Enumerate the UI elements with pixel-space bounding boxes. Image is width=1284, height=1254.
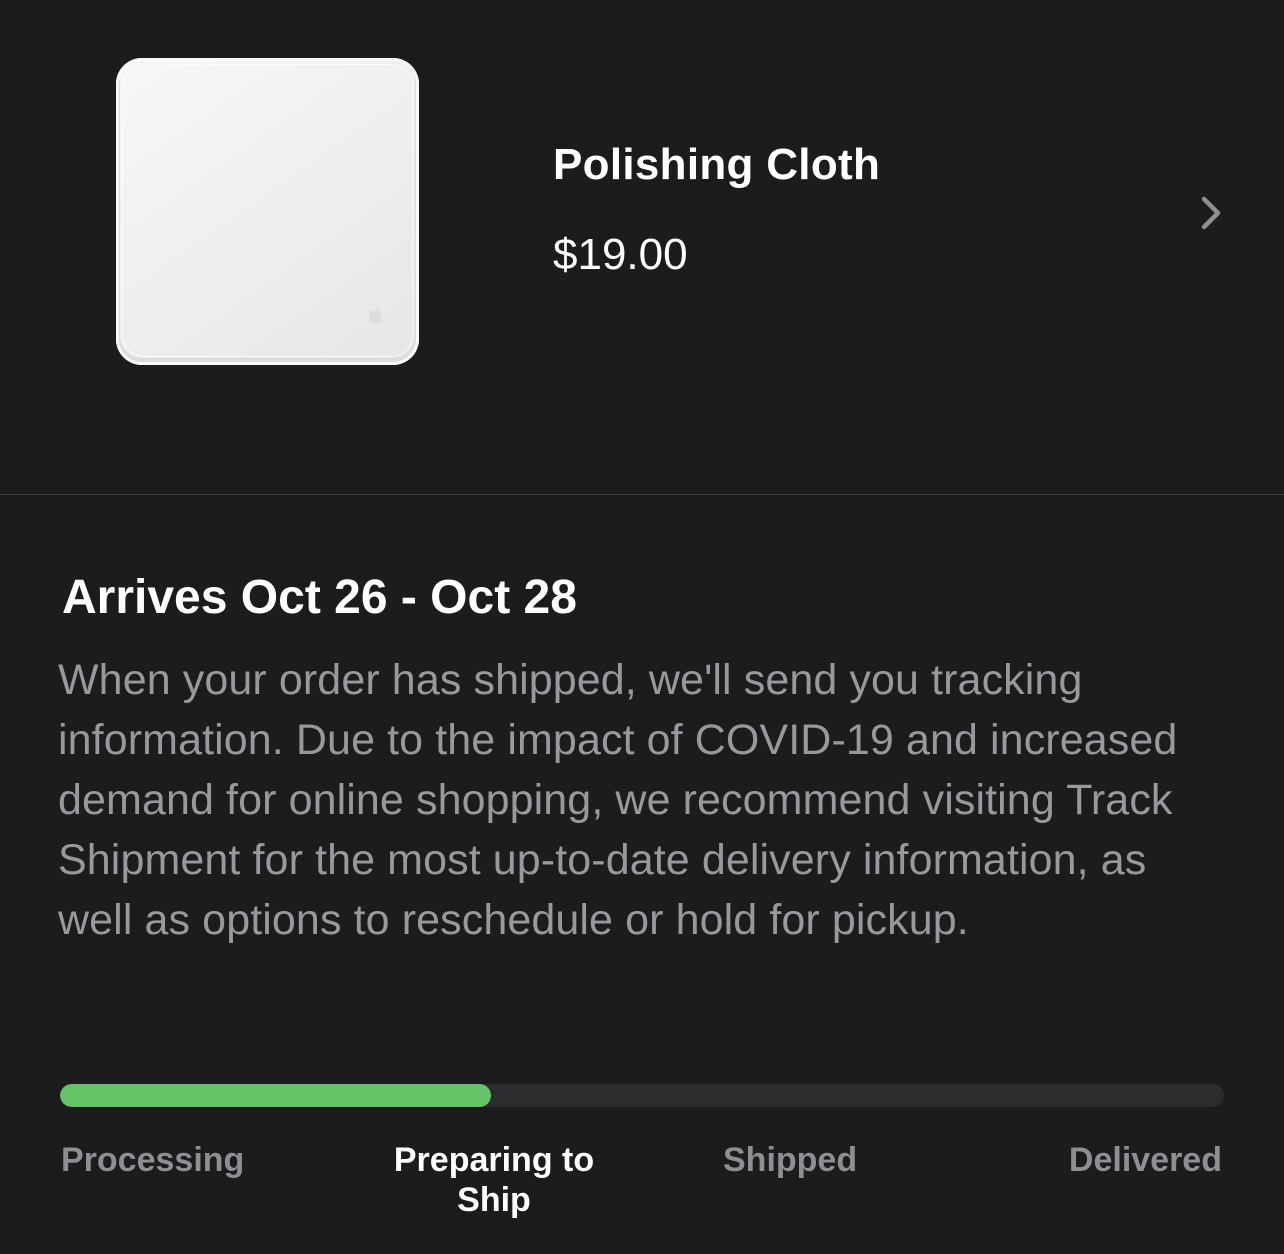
step-processing: Processing — [61, 1141, 245, 1179]
product-price: $19.00 — [553, 230, 688, 279]
shipment-progress-fill — [60, 1084, 491, 1107]
apple-logo-icon — [369, 306, 383, 324]
product-row[interactable]: Polishing Cloth $19.00 — [0, 0, 1284, 494]
chevron-right-icon[interactable] — [1196, 193, 1226, 233]
step-preparing-to-ship: Preparing to Ship — [393, 1141, 595, 1219]
shipment-progress-bar — [60, 1084, 1224, 1107]
product-image — [116, 58, 419, 365]
section-divider — [0, 494, 1284, 495]
arrival-date-title: Arrives Oct 26 - Oct 28 — [62, 571, 577, 624]
product-name: Polishing Cloth — [553, 140, 881, 189]
arrival-description: When your order has shipped, we'll send … — [58, 656, 1178, 944]
step-delivered: Delivered — [1068, 1141, 1222, 1179]
step-shipped: Shipped — [723, 1141, 858, 1179]
order-detail-page: Polishing Cloth $19.00 Arrives Oct 26 - … — [0, 0, 1284, 1254]
